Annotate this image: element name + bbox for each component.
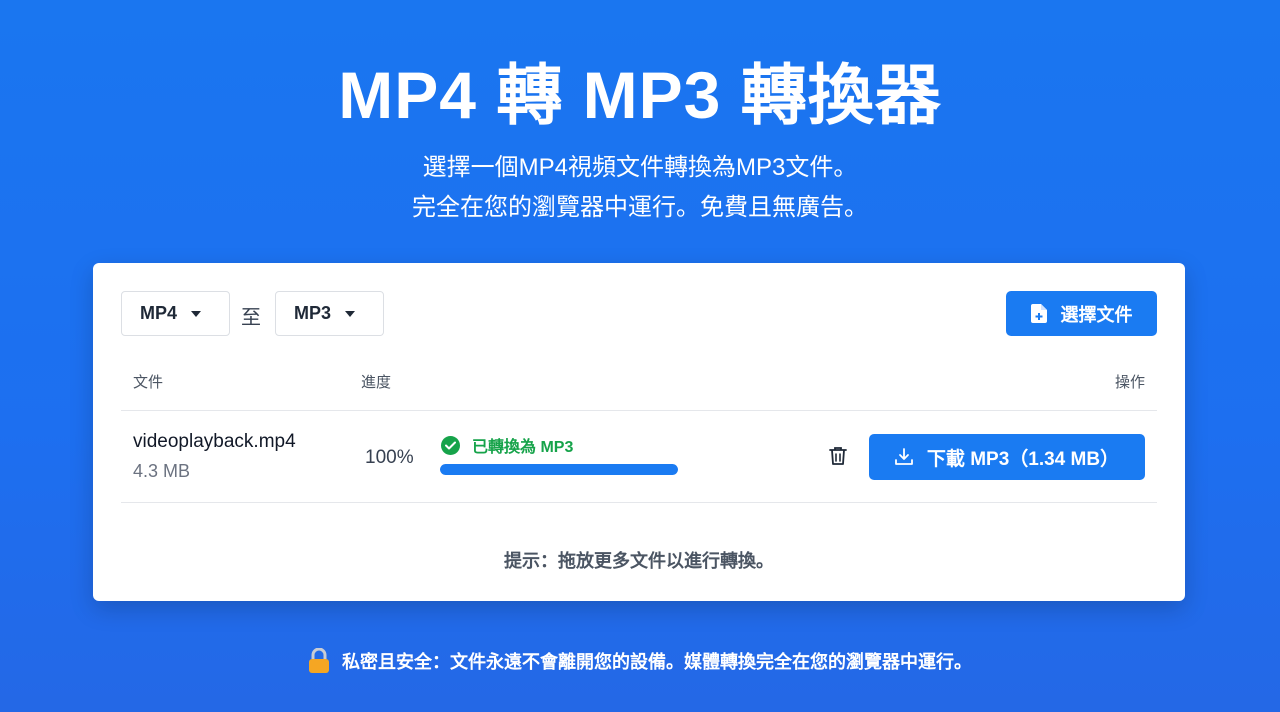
file-size: 4.3 MB	[133, 461, 191, 481]
subtitle-line-2: 完全在您的瀏覽器中運行。免費且無廣告。	[412, 194, 868, 221]
header-actions: 操作	[1114, 374, 1145, 391]
trash-icon[interactable]	[829, 446, 847, 466]
to-format-select[interactable]: MP3	[275, 291, 384, 336]
page-title: MP4 轉 MP3 轉換器	[338, 58, 942, 132]
to-format-value: MP3	[294, 303, 332, 323]
chevron-down-icon	[345, 310, 356, 317]
progress-bar	[440, 464, 678, 475]
subtitle-line-1: 選擇一個MP4視頻文件轉換為MP3文件。	[422, 154, 858, 181]
footer-text: 私密且安全：文件永遠不會離開您的設備。媒體轉換完全在您的瀏覽器中運行。	[342, 652, 972, 672]
lock-icon	[309, 648, 329, 673]
divider	[121, 502, 1157, 503]
to-label: 至	[241, 307, 261, 329]
download-button[interactable]: 下載 MP3（1.34 MB）	[869, 434, 1145, 480]
status-text: 已轉換為 MP3	[472, 439, 574, 456]
download-label: 下載 MP3（1.34 MB）	[926, 448, 1120, 470]
status-badge: 已轉換為 MP3	[441, 433, 573, 457]
from-format-value: MP4	[140, 303, 178, 323]
check-circle-icon	[441, 435, 460, 455]
file-plus-icon	[1030, 304, 1047, 323]
file-name: videoplayback.mp4	[133, 431, 296, 452]
progress-percent: 100%	[365, 447, 414, 468]
converter-card: MP4 至 MP3 選擇文件 文件 進度 操作 videoplayback.mp…	[93, 263, 1185, 601]
choose-file-label: 選擇文件	[1060, 304, 1133, 325]
privacy-footer: 私密且安全：文件永遠不會離開您的設備。媒體轉換完全在您的瀏覽器中運行。	[0, 648, 1280, 674]
progress-bar-fill	[440, 464, 678, 475]
choose-file-button[interactable]: 選擇文件	[1006, 291, 1157, 336]
hint-text: 提示：拖放更多文件以進行轉換。	[504, 551, 774, 571]
chevron-down-icon	[191, 310, 202, 317]
page-subtitle: 選擇一個MP4視頻文件轉換為MP3文件。 完全在您的瀏覽器中運行。免費且無廣告。	[0, 148, 1280, 228]
header-progress: 進度	[361, 374, 392, 391]
download-icon	[895, 448, 913, 465]
from-format-select[interactable]: MP4	[121, 291, 230, 336]
header-file: 文件	[133, 374, 164, 391]
divider	[121, 410, 1157, 411]
